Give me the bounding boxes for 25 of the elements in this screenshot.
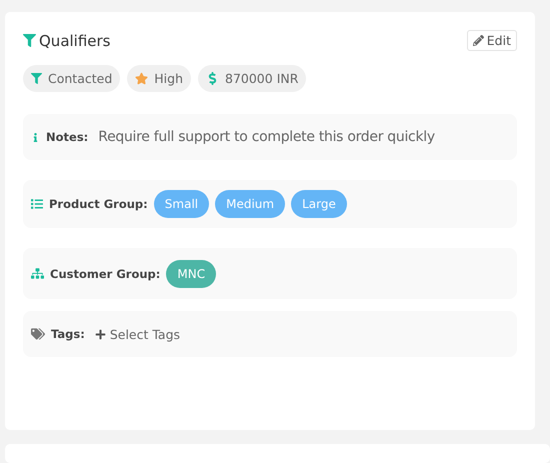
edit-button[interactable]: Edit <box>466 30 517 51</box>
group-chip: Medium <box>215 190 286 218</box>
pencil-icon <box>472 35 484 46</box>
field-label: Customer Group: <box>50 266 160 280</box>
star-icon <box>135 72 148 85</box>
dollar-icon <box>206 72 219 85</box>
field-label: Notes: <box>46 130 88 144</box>
info-icon <box>31 132 40 142</box>
filter-icon <box>23 34 36 47</box>
list-icon <box>31 198 43 210</box>
filter-icon <box>31 73 42 84</box>
status-badge: 870000 INR <box>198 65 306 92</box>
hierarchy-icon <box>31 267 44 280</box>
group-chip: Large <box>291 190 347 218</box>
notes-text: Require full support to complete this order quickly <box>98 129 435 145</box>
plus-icon <box>94 328 106 340</box>
status-badge: High <box>127 65 191 92</box>
status-badge: Contacted <box>23 65 120 92</box>
group-chip: Small <box>154 190 210 218</box>
field-label: Product Group: <box>49 197 148 211</box>
panel-title: Qualifiers <box>39 32 110 50</box>
select-tags-button[interactable]: Select Tags <box>94 326 180 342</box>
group-chip: MNC <box>166 260 216 288</box>
tags-icon <box>31 327 45 341</box>
field-label: Tags: <box>51 327 85 341</box>
